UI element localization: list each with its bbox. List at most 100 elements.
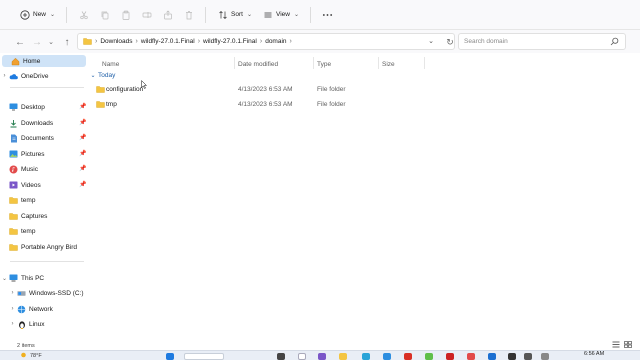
status-bar: 2 items [0,341,640,350]
folder-icon [9,212,18,221]
sidebar-item-captures[interactable]: Captures [0,210,47,222]
command-bar: New ⌄ Sort ⌄ View ⌄ [0,0,640,30]
downloads-icon [9,119,18,128]
sidebar-divider [10,87,84,88]
app-icon[interactable] [467,353,475,360]
sidebar-item-onedrive[interactable]: › OneDrive [0,70,49,82]
sidebar-item-windows-ssd[interactable]: › Windows-SSD (C:) [8,287,84,299]
sidebar-item-label: Linux [29,320,45,328]
toolbar-divider [205,6,207,23]
folder-icon [9,243,18,252]
clock[interactable]: 6:56 AM [584,351,604,357]
sidebar-item-desktop[interactable]: Desktop 📌 [0,101,86,113]
edge-icon[interactable] [362,353,370,360]
sidebar-item-this-pc[interactable]: ⌄ This PC [0,272,44,284]
copy-button[interactable] [94,5,115,25]
app-icon[interactable] [488,353,496,360]
pin-icon: 📌 [79,120,87,126]
sidebar-item-temp-2[interactable]: temp [0,225,35,237]
pictures-icon [9,150,18,159]
folder-icon [9,196,18,205]
sidebar-item-label: Downloads [21,119,54,127]
sort-button-label: Sort [231,11,243,18]
sidebar-item-home[interactable]: Home [2,55,86,67]
chrome-icon[interactable] [404,353,412,360]
store-icon[interactable] [383,353,391,360]
cut-button[interactable] [73,5,94,25]
taskbar-search-icon[interactable] [184,353,224,360]
column-header-name[interactable]: Name [102,58,119,70]
column-divider [234,57,235,69]
chevron-right-icon[interactable]: › [8,290,17,296]
chevron-right-icon[interactable]: › [8,306,17,312]
address-history-dropdown[interactable]: ⌄ [428,37,434,45]
app-icon[interactable] [425,353,433,360]
column-header-date-modified[interactable]: Date modified [238,58,278,70]
sidebar-item-temp[interactable]: temp [0,194,35,206]
sidebar-divider [10,261,84,262]
arrow-right-icon: → [32,36,42,48]
sort-icon [217,9,228,20]
app-icon[interactable] [508,353,516,360]
breadcrumb-wildfly-inner[interactable]: wildfly-27.0.1.Final [203,38,257,45]
sidebar-item-music[interactable]: Music 📌 [0,163,86,175]
view-button[interactable]: View ⌄ [257,5,304,25]
chat-icon[interactable] [298,353,306,360]
task-view-icon[interactable] [277,353,285,360]
sidebar-item-pictures[interactable]: Pictures 📌 [0,148,86,160]
linux-icon [17,320,26,329]
breadcrumb-domain[interactable]: domain [265,38,286,45]
app-icon[interactable] [524,353,532,360]
search-box[interactable]: Search domain [458,33,626,50]
sort-button[interactable]: Sort ⌄ [212,5,257,25]
share-icon [162,9,173,20]
file-date: 4/13/2023 6:53 AM [238,86,293,93]
chevron-down-icon[interactable]: ⌄ [0,275,9,282]
file-type: File folder [317,101,346,108]
layout-toggle [612,341,632,348]
sidebar-item-downloads[interactable]: Downloads 📌 [0,117,86,129]
sidebar-item-label: Videos [21,181,41,189]
group-header-today[interactable]: ⌄ Today [88,70,640,80]
chevron-right-icon[interactable]: › [8,321,17,327]
weather-icon [20,352,27,360]
sidebar-item-documents[interactable]: Documents 📌 [0,132,86,144]
app-icon[interactable] [446,353,454,360]
app-icon[interactable] [541,353,549,360]
search-input[interactable]: Search domain [464,38,508,45]
share-button[interactable] [157,5,178,25]
recent-locations-button[interactable]: ⌄ [43,34,59,50]
new-button[interactable]: New ⌄ [14,5,60,25]
table-row[interactable]: tmp 4/13/2023 6:53 AM File folder [88,97,640,112]
weather-widget[interactable]: 78°F [20,352,42,360]
refresh-icon: ↻ [446,36,454,47]
breadcrumb-wildfly-outer[interactable]: wildfly-27.0.1.Final [141,38,195,45]
delete-button[interactable] [178,5,199,25]
column-header-size[interactable]: Size [382,58,395,70]
breadcrumb-downloads[interactable]: Downloads [100,38,132,45]
copy-icon [99,9,110,20]
file-explorer-icon[interactable] [339,353,347,360]
file-name: tmp [106,101,117,108]
sidebar-item-linux[interactable]: › Linux [8,318,45,330]
address-bar[interactable]: › Downloads › wildfly-27.0.1.Final › wil… [77,33,455,50]
teams-icon[interactable] [318,353,326,360]
paste-button[interactable] [115,5,136,25]
more-options-button[interactable] [317,5,338,25]
sidebar-item-network[interactable]: › Network [8,303,53,315]
rename-button[interactable] [136,5,157,25]
refresh-button[interactable]: ↻ [442,34,458,50]
trash-icon [183,9,194,20]
start-icon[interactable] [166,353,174,360]
table-row[interactable]: configuration 4/13/2023 6:53 AM File fol… [88,82,640,97]
details-view-button[interactable] [612,341,620,348]
drive-icon [17,289,26,298]
sidebar-item-videos[interactable]: Videos 📌 [0,179,86,191]
up-button[interactable]: ↑ [59,34,75,50]
tiles-view-button[interactable] [624,341,632,348]
videos-icon [9,181,18,190]
column-header-type[interactable]: Type [317,58,331,70]
back-button[interactable]: ← [12,34,28,50]
documents-icon [9,134,18,143]
sidebar-item-portable-angry-bird[interactable]: Portable Angry Bird [0,241,77,253]
